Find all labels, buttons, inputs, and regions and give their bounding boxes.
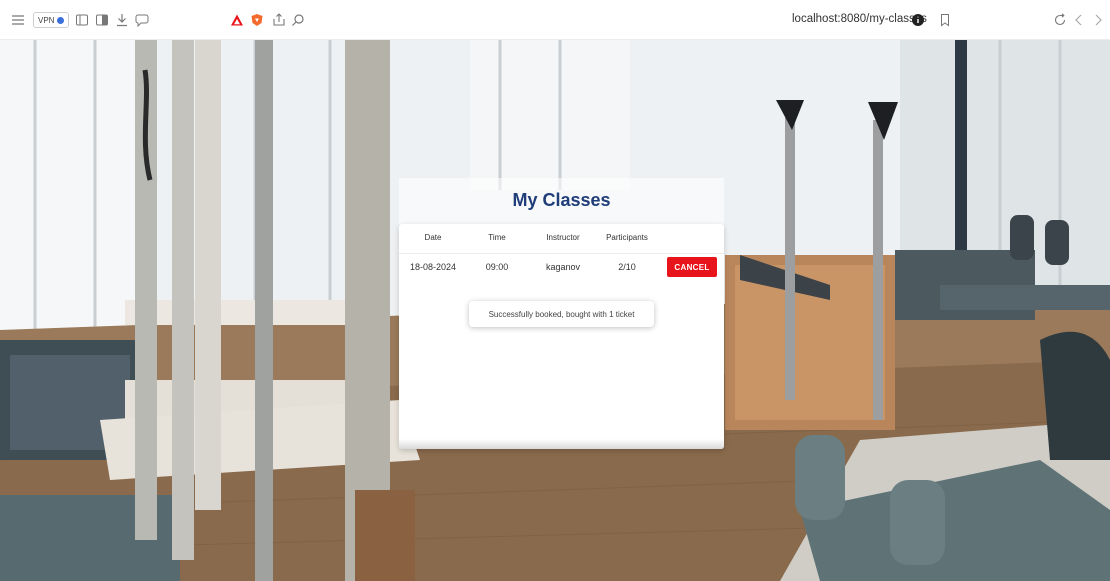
vpn-label: VPN <box>38 15 55 25</box>
row-date: 18-08-2024 <box>409 262 457 272</box>
success-toast: Successfully booked, bought with 1 ticke… <box>469 301 654 327</box>
search-icon[interactable] <box>290 12 306 28</box>
bookmark-icon[interactable] <box>937 12 953 28</box>
column-header-instructor: Instructor <box>546 233 580 242</box>
download-icon[interactable] <box>114 12 130 28</box>
menu-icon[interactable] <box>10 12 26 28</box>
share-icon[interactable] <box>271 12 287 28</box>
forward-icon[interactable] <box>1090 12 1106 28</box>
row-participants: 2/10 <box>618 262 636 272</box>
classes-table-card: Date Time Instructor Participants 18-08-… <box>399 224 724 449</box>
browser-toolbar: VPN localhost:8080/my-classes <box>0 0 1110 40</box>
column-header-time: Time <box>488 233 506 242</box>
vpn-status-icon <box>57 16 65 24</box>
page-title: My Classes <box>512 190 611 210</box>
chat-icon[interactable] <box>134 12 150 28</box>
cancel-button[interactable]: CANCEL <box>667 257 717 277</box>
header-divider <box>399 253 724 254</box>
sidebar-icon[interactable] <box>74 12 90 28</box>
column-header-date: Date <box>424 233 442 242</box>
address-bar[interactable]: localhost:8080/my-classes <box>792 13 927 25</box>
brave-rewards-icon[interactable] <box>229 12 245 28</box>
info-icon[interactable] <box>910 12 926 28</box>
reload-icon[interactable] <box>1052 12 1068 28</box>
row-instructor: kaganov <box>545 262 581 272</box>
vpn-button[interactable]: VPN <box>33 12 70 28</box>
card-footer <box>399 439 724 449</box>
back-icon[interactable] <box>1071 12 1087 28</box>
brave-shields-icon[interactable] <box>249 12 265 28</box>
column-header-participants: Participants <box>606 233 648 242</box>
row-time: 09:00 <box>485 262 509 272</box>
reader-icon[interactable] <box>94 12 110 28</box>
